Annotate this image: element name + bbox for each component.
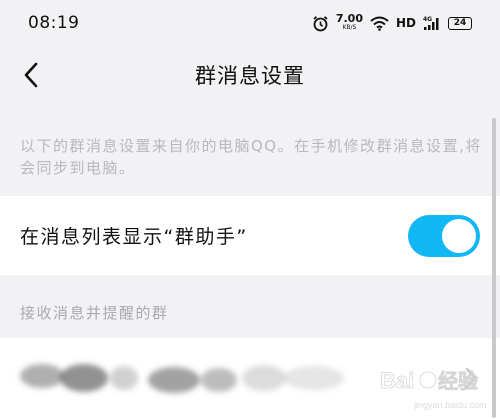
signal-icon: 4G [423,16,439,30]
battery-indicator: 24 [448,16,472,30]
show-group-assistant-label: 在消息列表显示“群助手” [20,226,248,248]
show-group-assistant-toggle[interactable] [408,214,480,257]
network-type-label: 4G [423,16,432,23]
back-arrow-icon [24,62,38,88]
network-speed-value: 7.00 [335,12,363,25]
status-time: 08:19 [28,13,80,33]
hd-indicator: HD [395,16,416,30]
wifi-icon [370,16,389,31]
show-group-assistant-row[interactable]: 在消息列表显示“群助手” [0,196,500,275]
sync-info-text: 以下的群消息设置来自你的电脑QQ。在手机修改群消息设置,将会同步到电脑。 [20,137,482,177]
svg-text:Bai: Bai [380,368,414,393]
nav-bar: 群消息设置 [0,46,500,104]
baidu-watermark-logo: Bai 经验 jingyan.baidu.com [380,368,487,410]
network-speed-unit: KB/S [342,24,357,31]
status-bar: 08:19 7.00 KB/S HD 4G 24 [0,0,500,46]
back-button[interactable] [18,58,48,92]
svg-text:jingyan.baidu.com: jingyan.baidu.com [413,400,487,410]
alarm-icon [313,15,328,31]
network-speed: 7.00 KB/S [335,12,363,32]
status-icons: 7.00 KB/S HD 4G 24 [312,12,472,32]
svg-text:经验: 经验 [438,369,478,393]
section-header: 接收消息并提醒的群 [20,304,169,322]
page-title: 群消息设置 [195,64,305,88]
redacted-group-name [20,364,344,393]
toggle-knob [442,218,476,253]
